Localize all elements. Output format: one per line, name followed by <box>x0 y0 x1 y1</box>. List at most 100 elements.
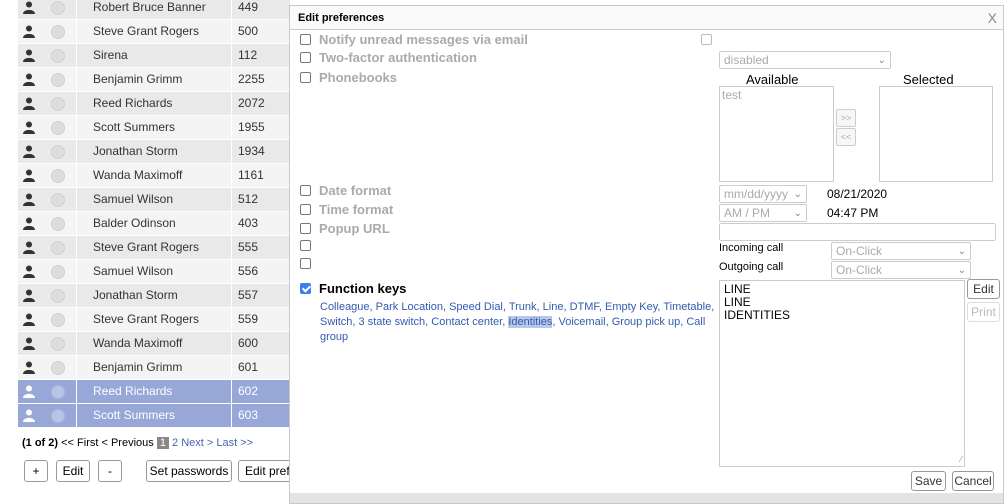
function-key-link[interactable]: Identities <box>508 316 553 328</box>
user-name: Steve Grant Rogers <box>76 20 232 43</box>
user-name: Reed Richards <box>76 380 232 403</box>
function-key-link[interactable]: Switch <box>320 316 352 328</box>
table-row[interactable]: Benjamin Grimm 2255 <box>18 68 290 92</box>
time-format-checkbox[interactable] <box>300 204 311 215</box>
table-row[interactable]: Wanda Maximoff 600 <box>18 332 290 356</box>
status-icon <box>40 240 76 255</box>
table-row[interactable]: Sirena 112 <box>18 44 290 68</box>
table-row[interactable]: Scott Summers 603 <box>18 404 290 428</box>
list-item[interactable]: test <box>722 88 831 102</box>
incoming-call-checkbox[interactable] <box>300 240 311 251</box>
table-row[interactable]: Jonathan Storm 1934 <box>18 140 290 164</box>
user-icon <box>18 356 40 379</box>
user-extension: 112 <box>238 48 258 62</box>
user-icon <box>18 20 40 43</box>
close-icon[interactable]: X <box>988 10 997 26</box>
user-extension: 403 <box>238 216 259 230</box>
two-factor-checkbox[interactable] <box>300 52 311 63</box>
status-icon <box>40 168 76 183</box>
table-row[interactable]: Steve Grant Rogers 559 <box>18 308 290 332</box>
notify-email-toggle[interactable] <box>701 34 712 45</box>
function-key-links: Colleague, Park Location, Speed Dial, Tr… <box>320 301 715 343</box>
outgoing-call-select[interactable]: On-Click ⌄ <box>831 261 971 279</box>
popup-url-input[interactable] <box>719 223 996 241</box>
table-row[interactable]: Steve Grant Rogers 555 <box>18 236 290 260</box>
function-keys-checkbox[interactable] <box>300 283 311 294</box>
function-key-link[interactable]: DTMF <box>570 301 599 313</box>
outgoing-call-checkbox[interactable] <box>300 258 311 269</box>
function-key-link[interactable]: 3 state switch <box>359 316 426 328</box>
next-link[interactable]: Next > <box>181 437 213 449</box>
function-keys-list[interactable]: LINE LINE IDENTITIES ∕ <box>719 280 965 467</box>
incoming-call-option[interactable] <box>300 240 319 251</box>
page-2-link[interactable]: 2 <box>172 437 178 449</box>
move-left-button[interactable]: << <box>836 128 856 146</box>
table-row[interactable]: Jonathan Storm 557 <box>18 284 290 308</box>
table-row[interactable]: Benjamin Grimm 601 <box>18 356 290 380</box>
list-item[interactable]: IDENTITIES <box>724 309 960 322</box>
cancel-button[interactable]: Cancel <box>952 471 994 491</box>
set-passwords-button[interactable]: Set passwords <box>146 460 232 482</box>
fk-edit-button[interactable]: Edit <box>967 279 1000 299</box>
date-format-checkbox[interactable] <box>300 185 311 196</box>
function-key-link[interactable]: Line <box>543 301 564 313</box>
available-list[interactable]: test <box>719 86 834 182</box>
selected-list[interactable] <box>879 86 993 182</box>
two-factor-select[interactable]: disabled ⌄ <box>719 51 891 69</box>
popup-url-label: Popup URL <box>319 221 390 236</box>
status-icon <box>40 24 76 39</box>
popup-url-option[interactable]: Popup URL <box>300 221 390 236</box>
table-row[interactable]: Samuel Wilson 512 <box>18 188 290 212</box>
phonebooks-option[interactable]: Phonebooks <box>300 70 397 85</box>
move-right-button[interactable]: >> <box>836 109 856 127</box>
remove-button[interactable]: - <box>98 460 122 482</box>
table-row[interactable]: Scott Summers 1955 <box>18 116 290 140</box>
function-key-link[interactable]: Contact center <box>431 316 502 328</box>
chevron-down-icon: ⌄ <box>793 207 802 219</box>
user-extension: 512 <box>238 192 259 206</box>
add-button[interactable]: + <box>24 460 48 482</box>
last-link[interactable]: Last >> <box>216 437 253 449</box>
popup-url-checkbox[interactable] <box>300 223 311 234</box>
function-key-link[interactable]: Empty Key <box>605 301 657 313</box>
time-format-select[interactable]: AM / PM ⌄ <box>719 204 807 222</box>
table-row[interactable]: Robert Bruce Banner 449 <box>18 0 290 20</box>
edit-button[interactable]: Edit <box>56 460 90 482</box>
notify-email-checkbox[interactable] <box>300 34 311 45</box>
table-row[interactable]: Steve Grant Rogers 500 <box>18 20 290 44</box>
incoming-call-label: Incoming call <box>719 242 784 254</box>
function-key-link[interactable]: Voicemail <box>559 316 606 328</box>
function-key-link[interactable]: Trunk <box>509 301 537 313</box>
table-row[interactable]: Balder Odinson 403 <box>18 212 290 236</box>
first-link[interactable]: << First <box>61 437 98 449</box>
table-row[interactable]: Samuel Wilson 556 <box>18 260 290 284</box>
function-key-link[interactable]: Park Location <box>376 301 443 313</box>
resize-handle-icon[interactable]: ∕ <box>960 453 962 466</box>
table-row[interactable]: Reed Richards 2072 <box>18 92 290 116</box>
save-button[interactable]: Save <box>911 471 946 491</box>
function-keys-option[interactable]: Function keys <box>300 281 406 296</box>
function-keys-label: Function keys <box>319 281 407 296</box>
user-name: Steve Grant Rogers <box>76 236 232 259</box>
list-item[interactable]: LINE <box>724 283 960 296</box>
function-key-link[interactable]: Colleague <box>320 301 370 313</box>
outgoing-call-option[interactable] <box>300 258 319 269</box>
fk-print-button[interactable]: Print <box>967 302 1000 322</box>
notify-email-option[interactable]: Notify unread messages via email <box>300 32 528 47</box>
time-preview: 04:47 PM <box>827 206 879 220</box>
function-key-link[interactable]: Speed Dial <box>449 301 503 313</box>
date-format-select[interactable]: mm/dd/yyyy ⌄ <box>719 185 807 203</box>
incoming-call-select[interactable]: On-Click ⌄ <box>831 242 971 260</box>
function-key-link[interactable]: Timetable <box>663 301 711 313</box>
table-row[interactable]: Reed Richards 602 <box>18 380 290 404</box>
function-key-link[interactable]: Group pick up <box>612 316 680 328</box>
pagination: (1 of 2) << First < Previous 1 2 Next > … <box>22 437 253 449</box>
table-row[interactable]: Wanda Maximoff 1161 <box>18 164 290 188</box>
previous-link[interactable]: < Previous <box>101 437 153 449</box>
phonebooks-checkbox[interactable] <box>300 72 311 83</box>
two-factor-option[interactable]: Two-factor authentication <box>300 50 477 65</box>
time-format-option[interactable]: Time format <box>300 202 393 217</box>
date-format-option[interactable]: Date format <box>300 183 391 198</box>
status-icon <box>40 192 76 207</box>
user-name: Jonathan Storm <box>76 140 232 163</box>
